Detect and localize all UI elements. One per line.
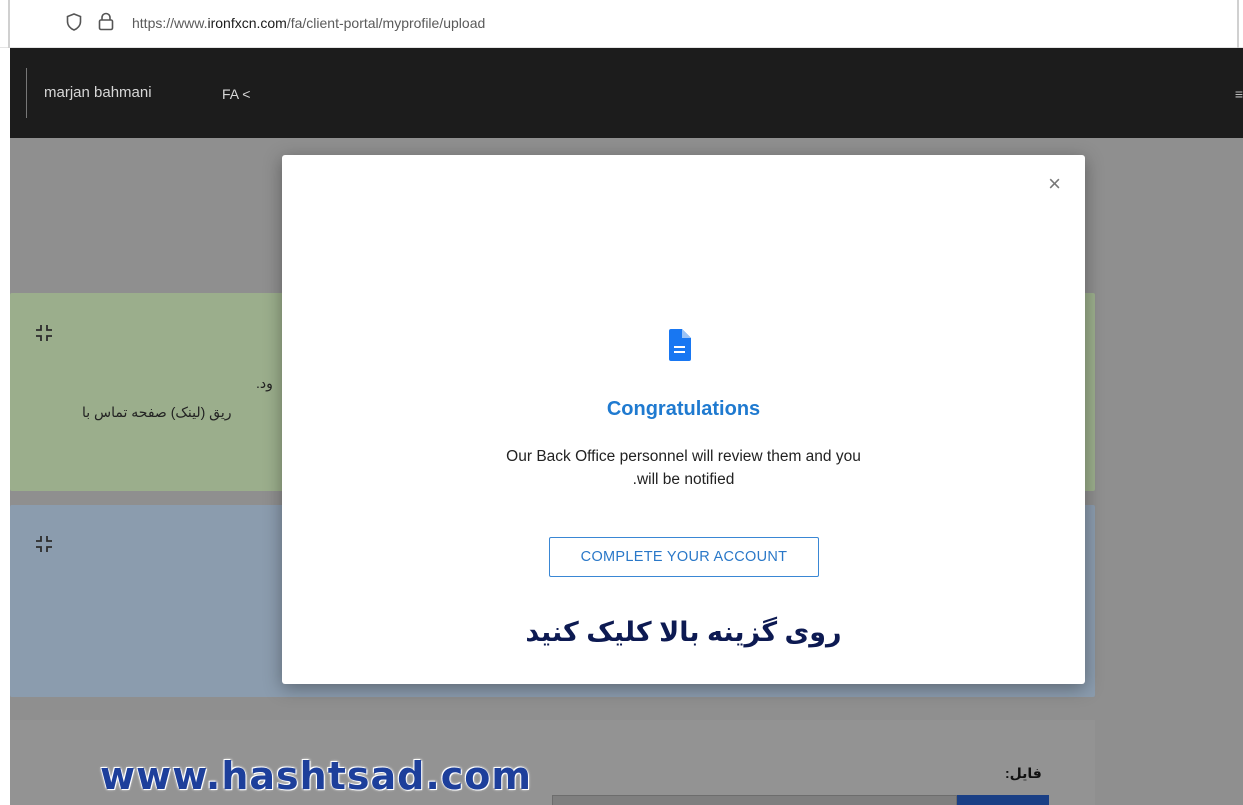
collapse-icon[interactable] [33,533,55,555]
url-path: /fa/client-portal/myprofile/upload [286,15,486,31]
file-input[interactable] [552,795,957,805]
panel-text-line2: ریق (لینک) صفحه تماس با [82,404,232,420]
shield-icon[interactable] [66,13,82,31]
document-icon [669,329,691,361]
close-icon[interactable]: × [1048,173,1061,195]
file-label: فایل: [1005,765,1042,781]
url-field[interactable]: https://www.ironfxcn.com/fa/client-porta… [132,15,485,31]
modal-message-line2: .will be notified [632,471,735,488]
lock-icon[interactable] [98,12,114,31]
modal-message: Our Back Office personnel will review th… [432,445,935,491]
instruction-text: روی گزینه بالا کلیک کنید [525,617,842,647]
url-domain: ironfxcn.com [207,15,287,31]
window-edge-right [1237,0,1239,48]
modal-message-line1: Our Back Office personnel will review th… [506,448,861,465]
menu-icon[interactable]: ≡ [1235,86,1243,102]
language-selector[interactable]: FA < [222,86,250,102]
watermark: www.hashtsad.com [100,754,532,798]
modal-title: Congratulations [606,398,761,420]
header-divider [26,68,27,118]
window-edge-left [8,0,10,48]
user-name[interactable]: marjan bahmani [44,84,152,101]
browser-address-bar: https://www.ironfxcn.com/fa/client-porta… [0,0,1243,48]
congratulations-modal: × Congratulations Our Back Office person… [282,155,1085,684]
complete-account-button[interactable]: COMPLETE YOUR ACCOUNT [549,537,819,577]
url-prefix: https://www. [132,15,208,31]
collapse-icon[interactable] [33,322,55,344]
site-header: marjan bahmani FA < ≡ [10,48,1243,138]
panel-text-line1: ود. [256,375,273,391]
page: https://www.ironfxcn.com/fa/client-porta… [0,0,1243,805]
file-browse-button[interactable] [957,795,1049,805]
